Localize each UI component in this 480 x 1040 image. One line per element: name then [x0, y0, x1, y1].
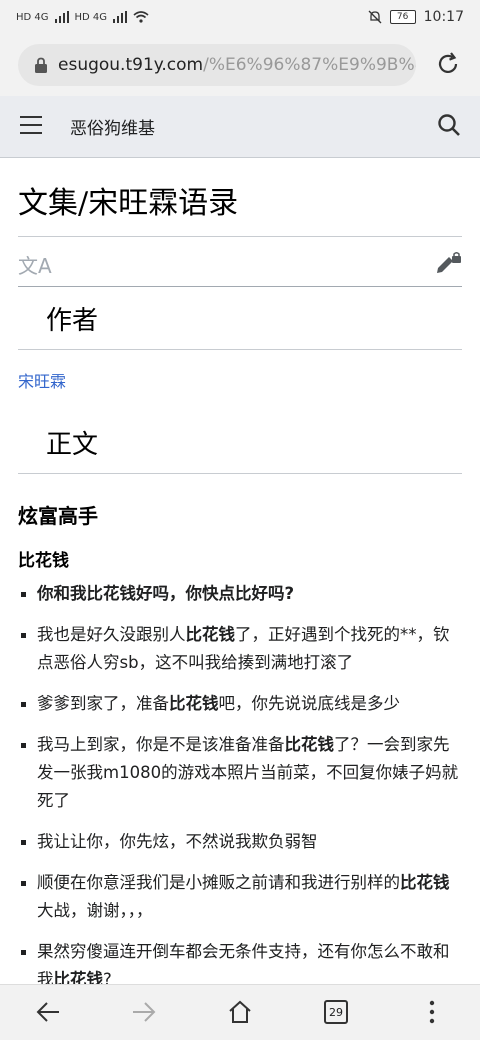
- quote-keyword: 比花钱: [185, 625, 236, 644]
- clock: 10:17: [423, 9, 464, 25]
- quote-text: 顺便在你意淫我们是小摊贩之前请和我进行别样的: [37, 873, 400, 892]
- mute-bell-icon: [368, 10, 382, 24]
- status-bar: HD 4G HD 4G 76 10:17: [0, 0, 480, 34]
- quote-item: 顺便在你意淫我们是小摊贩之前请和我进行别样的比花钱大战，谢谢，，，: [18, 869, 462, 925]
- quote-item: 我也是好久没跟别人比花钱了，正好遇到个找死的**，钦点恶俗人穷sb，这不叫我给揍…: [18, 621, 462, 677]
- section-heading-author[interactable]: 作者: [46, 300, 98, 337]
- site-header: 恶俗狗维基: [0, 96, 480, 158]
- divider: [18, 286, 462, 287]
- quote-keyword: 你和我比花钱好吗，你快点比好吗?: [37, 584, 295, 603]
- more-button[interactable]: [412, 995, 452, 1029]
- quote-text: 我马上到家，你是不是该准备准备: [37, 735, 285, 754]
- url-path: /%E6%96%87%E9%9B%86: [203, 55, 416, 75]
- divider: [18, 349, 462, 350]
- quote-keyword: 比花钱: [284, 735, 335, 754]
- home-button[interactable]: [220, 995, 260, 1029]
- back-button[interactable]: [28, 995, 68, 1029]
- quote-item: 爹爹到家了，准备比花钱吧，你先说说底线是多少: [18, 690, 462, 718]
- network-indicators: HD 4G HD 4G: [16, 11, 149, 23]
- language-icon[interactable]: 文A: [18, 250, 52, 279]
- back-arrow-icon: [36, 1002, 59, 1022]
- subsection-heading: 炫富高手: [18, 504, 98, 528]
- address-bar[interactable]: esugou.t91y.com/%E6%96%87%E9%9B%86: [18, 44, 416, 86]
- reload-icon[interactable]: [434, 50, 462, 78]
- quote-text: 我让让你，你先炫，不然说我欺负弱智: [37, 832, 318, 851]
- tabs-icon: 29: [324, 1000, 348, 1024]
- network-label-1: HD 4G: [16, 11, 49, 23]
- quote-text: 爹爹到家了，准备: [37, 694, 169, 713]
- quote-text: 吧，你先说说底线是多少: [218, 694, 401, 713]
- signal-icon: [113, 11, 128, 23]
- author-link[interactable]: 宋旺霖: [18, 368, 66, 392]
- search-icon[interactable]: [436, 112, 462, 138]
- quote-item: 我马上到家，你是不是该准备准备比花钱了？一会到家先发一张我m1080的游戏本照片…: [18, 731, 462, 815]
- wifi-icon: [133, 11, 149, 23]
- divider: [18, 473, 462, 474]
- forward-arrow-icon: [133, 1002, 156, 1022]
- subsubsection-heading: 比花钱: [18, 551, 69, 571]
- divider: [18, 236, 462, 237]
- status-right: 76 10:17: [368, 9, 464, 25]
- edit-lock-icon[interactable]: [434, 250, 462, 276]
- page-title: 文集/宋旺霖语录: [18, 186, 239, 221]
- hamburger-icon[interactable]: [20, 116, 42, 134]
- tabs-button[interactable]: 29: [316, 995, 356, 1029]
- battery-icon: 76: [389, 10, 416, 24]
- url-host: esugou.t91y.com: [58, 55, 204, 75]
- bottom-nav-bar: 29: [0, 984, 480, 1040]
- signal-icon: [54, 11, 69, 23]
- section-heading-body[interactable]: 正文: [46, 424, 98, 461]
- quote-keyword: 比花钱: [400, 873, 450, 892]
- quote-list: 你和我比花钱好吗，你快点比好吗? 我也是好久没跟别人比花钱了，正好遇到个找死的**…: [18, 580, 462, 1007]
- more-vertical-icon: [429, 1000, 435, 1024]
- lock-icon: [35, 57, 47, 73]
- quote-text: 我也是好久没跟别人: [37, 625, 186, 644]
- quote-item: 你和我比花钱好吗，你快点比好吗?: [18, 580, 462, 608]
- network-label-2: HD 4G: [74, 11, 108, 23]
- site-title[interactable]: 恶俗狗维基: [70, 114, 155, 139]
- forward-button[interactable]: [124, 995, 164, 1029]
- quote-text: 大战，谢谢，，，: [37, 901, 153, 920]
- quote-item: 我让让你，你先炫，不然说我欺负弱智: [18, 828, 462, 856]
- browser-toolbar: esugou.t91y.com/%E6%96%87%E9%9B%86: [0, 34, 480, 96]
- home-icon: [229, 1000, 251, 1023]
- quote-keyword: 比花钱: [169, 694, 219, 713]
